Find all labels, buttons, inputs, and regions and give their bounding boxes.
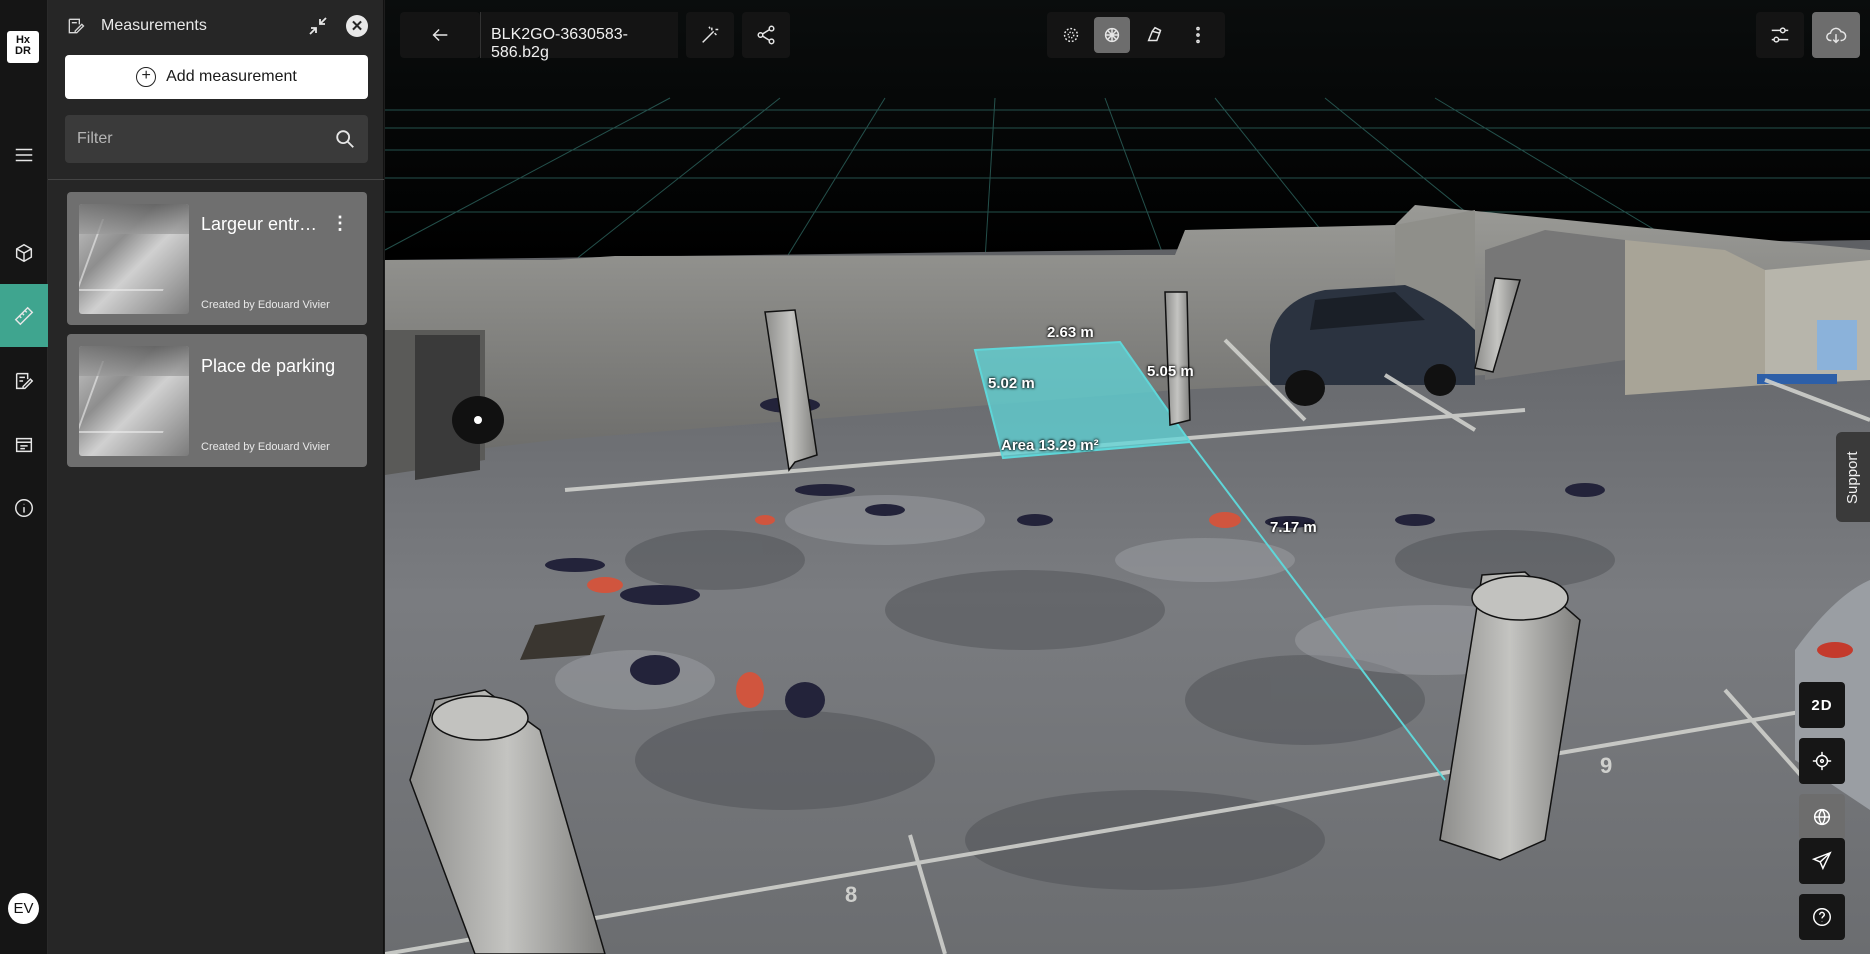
measurement-card[interactable]: Place de parking Created by Edouard Vivi…: [67, 334, 367, 467]
share-icon: [757, 25, 775, 45]
close-panel-button[interactable]: ✕: [346, 15, 368, 37]
cube-icon: [15, 243, 33, 262]
magic-wand-button[interactable]: [692, 17, 728, 53]
magic-wand-group: [686, 12, 734, 58]
more-options-icon[interactable]: ⋮: [331, 214, 349, 234]
share-group: [742, 12, 790, 58]
plus-circle-icon: +: [136, 67, 157, 87]
mesh-icon: [1104, 27, 1120, 43]
download-group: [1812, 12, 1860, 58]
measurement-label-distance: 7.17 m: [1270, 519, 1317, 536]
toggle-2d-button[interactable]: 2D: [1799, 682, 1845, 728]
menu-button[interactable]: [0, 123, 48, 186]
cloud-download-icon: [1826, 27, 1847, 44]
svg-text:9: 9: [1600, 753, 1612, 778]
help-icon: [1813, 908, 1831, 926]
close-icon: ✕: [350, 18, 364, 35]
globe-icon: [1813, 808, 1831, 826]
more-view-options-button[interactable]: [1180, 17, 1216, 53]
measurements-panel: Measurements ✕ + Add measurement Filter …: [48, 0, 384, 954]
measurement-name: Place de parking: [201, 356, 336, 376]
settings-button[interactable]: [1762, 17, 1798, 53]
view-mode-group: [1047, 12, 1225, 58]
measurement-name: Largeur entr…: [201, 214, 318, 234]
rail-annotations-button[interactable]: [0, 349, 48, 412]
measurement-author: Created by Edouard Vivier: [201, 441, 330, 453]
point-cloud-icon: [1063, 27, 1079, 43]
panel-header: Measurements ✕: [48, 0, 384, 52]
sliders-icon: [1771, 27, 1789, 43]
panel-divider: [48, 179, 384, 180]
download-button[interactable]: [1818, 17, 1854, 53]
app-logo[interactable]: Hx DR: [7, 31, 39, 63]
add-measurement-button[interactable]: + Add measurement: [65, 55, 368, 99]
point-cloud-view-button[interactable]: [1053, 17, 1089, 53]
magic-wand-icon: [702, 26, 719, 43]
panel-title: Measurements: [101, 17, 207, 34]
info-icon: [15, 498, 33, 517]
crosshair-icon: [1812, 751, 1832, 771]
settings-group: [1756, 12, 1804, 58]
ruler-icon: [14, 306, 34, 325]
locate-button[interactable]: [1799, 738, 1845, 784]
send-icon: [1811, 851, 1832, 871]
report-icon: [15, 437, 33, 452]
back-button[interactable]: [422, 17, 458, 53]
render-icon: [1147, 26, 1162, 42]
measurement-thumbnail: [79, 346, 189, 456]
measurement-label-top: 2.63 m: [1047, 324, 1094, 341]
help-button[interactable]: [1799, 894, 1845, 940]
render-view-button[interactable]: [1137, 17, 1173, 53]
rail-measurements-button[interactable]: [0, 284, 48, 347]
arrow-left-icon: [432, 28, 448, 42]
search-icon[interactable]: [334, 128, 356, 150]
measurements-icon: [68, 18, 85, 34]
share-button[interactable]: [748, 17, 784, 53]
filter-input[interactable]: Filter: [65, 115, 368, 163]
annotation-icon: [15, 372, 34, 389]
point-cloud-scene[interactable]: 89: [385, 0, 1870, 954]
user-avatar[interactable]: EV: [8, 893, 39, 924]
back-group: [400, 12, 480, 58]
globe-button[interactable]: [1799, 794, 1845, 840]
app-rail: Hx DR EV: [0, 0, 48, 954]
rail-info-button[interactable]: [0, 476, 48, 539]
svg-text:8: 8: [845, 882, 857, 907]
measurement-author: Created by Edouard Vivier: [201, 299, 330, 311]
file-name: BLK2GO-3630583-586.b2g: [480, 12, 678, 61]
measurement-thumbnail: [79, 204, 189, 314]
navigate-button[interactable]: [1799, 838, 1845, 884]
support-tab[interactable]: Support: [1836, 432, 1870, 522]
measurement-label-left: 5.02 m: [988, 375, 1035, 392]
measurement-card[interactable]: Largeur entr… ⋮ Created by Edouard Vivie…: [67, 192, 367, 325]
measurement-label-right: 5.05 m: [1147, 363, 1194, 380]
3d-viewer[interactable]: 89 2.63 m 5.02 m 5.05 m Area 13.29 m² 7.…: [385, 0, 1870, 954]
rail-reports-button[interactable]: [0, 413, 48, 476]
collapse-icon[interactable]: [306, 14, 330, 38]
more-vertical-icon: [1196, 26, 1200, 44]
measurement-label-area: Area 13.29 m²: [1001, 437, 1099, 454]
menu-icon: [15, 148, 33, 161]
rail-models-button[interactable]: [0, 221, 48, 284]
mesh-view-button[interactable]: [1094, 17, 1130, 53]
